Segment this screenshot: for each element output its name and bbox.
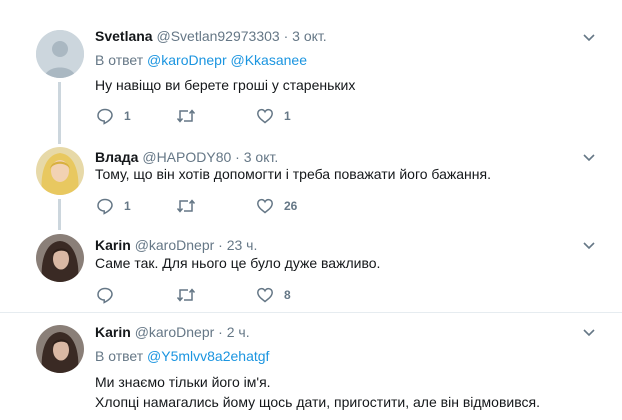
- tweet-3[interactable]: Karin @karoDnepr · 23 ч. Саме так. Для н…: [0, 230, 622, 312]
- separator-dot: ·: [283, 28, 289, 44]
- retweet-icon: [176, 199, 196, 213]
- avatar[interactable]: [36, 325, 84, 373]
- user-handle[interactable]: @karoDnepr: [135, 324, 215, 340]
- retweet-button[interactable]: [176, 106, 206, 126]
- reply-count: 1: [124, 199, 131, 213]
- retweet-button[interactable]: [176, 285, 206, 305]
- tweet-4[interactable]: Karin @karoDnepr · 2 ч. В ответ @Y5mlvv8…: [0, 313, 622, 420]
- chevron-down-icon[interactable]: [582, 241, 596, 251]
- timestamp[interactable]: 3 окт.: [292, 28, 327, 44]
- timestamp[interactable]: 3 окт.: [244, 149, 279, 165]
- tweet-text: Саме так. Для нього це було дуже важливо…: [95, 255, 381, 271]
- chevron-down-icon[interactable]: [582, 153, 596, 163]
- like-count: 1: [284, 109, 291, 123]
- display-name[interactable]: Karin: [95, 237, 131, 253]
- heart-icon: [257, 287, 273, 303]
- like-button[interactable]: 26: [256, 196, 297, 216]
- avatar[interactable]: [36, 30, 84, 78]
- tweet-header: Karin @karoDnepr · 2 ч.: [95, 323, 250, 341]
- thread-line: [58, 82, 61, 144]
- tweet-text: Ну навіщо ви берете гроші у старенькиx: [95, 77, 356, 93]
- reply-icon: [97, 287, 113, 304]
- mention-link[interactable]: @karoDnepr: [147, 52, 227, 68]
- heart-icon: [257, 198, 273, 214]
- tweet-header: Влада @HAPODY80 · 3 окт.: [95, 148, 278, 166]
- reply-button[interactable]: 1: [96, 196, 131, 216]
- chevron-down-icon[interactable]: [582, 33, 596, 43]
- tweet-text-line-2: Хлопці намагались йому щось дати, пригос…: [95, 394, 540, 410]
- like-button[interactable]: 1: [256, 106, 291, 126]
- tweet-1[interactable]: Svetlana @Svetlan92973303 · 3 окт. В отв…: [0, 0, 622, 145]
- mention-link[interactable]: @Kkasanee: [231, 52, 307, 68]
- separator-dot: ·: [218, 237, 223, 253]
- mention-link[interactable]: @Y5mlvv8a2ehatgf: [147, 348, 269, 364]
- separator-dot: ·: [235, 149, 240, 165]
- tweet-text: Тому, що він хотів допомогти і треба пов…: [95, 166, 491, 182]
- like-button[interactable]: 8: [256, 285, 291, 305]
- reply-count: 1: [124, 109, 131, 123]
- user-handle[interactable]: @karoDnepr: [135, 237, 215, 253]
- reply-prefix: В ответ: [95, 52, 144, 68]
- thread-line: [58, 199, 61, 230]
- display-name[interactable]: Влада: [95, 149, 138, 165]
- dark-hair-woman-avatar-icon: [36, 325, 84, 373]
- dark-hair-woman-avatar-icon: [36, 234, 84, 282]
- avatar[interactable]: [36, 234, 84, 282]
- tweet-header: Karin @karoDnepr · 23 ч.: [95, 236, 257, 254]
- reply-button[interactable]: [96, 285, 124, 305]
- retweet-icon: [176, 288, 196, 302]
- blonde-woman-avatar-icon: [36, 147, 84, 195]
- avatar[interactable]: [36, 147, 84, 195]
- user-handle[interactable]: @HAPODY80: [142, 149, 231, 165]
- display-name[interactable]: Karin: [95, 324, 131, 340]
- tweet-header: Svetlana @Svetlan92973303 · 3 окт.: [95, 27, 327, 45]
- default-avatar-icon: [36, 30, 84, 78]
- reply-context: В ответ @karoDnepr @Kkasanee: [95, 51, 307, 69]
- reply-icon: [97, 198, 113, 215]
- like-count: 8: [284, 288, 291, 302]
- retweet-button[interactable]: [176, 196, 206, 216]
- heart-icon: [257, 108, 273, 124]
- reply-button[interactable]: 1: [96, 106, 131, 126]
- timestamp[interactable]: 2 ч.: [227, 324, 250, 340]
- reply-prefix: В ответ: [95, 348, 144, 364]
- reply-icon: [97, 108, 113, 125]
- timestamp[interactable]: 23 ч.: [227, 237, 258, 253]
- user-handle[interactable]: @Svetlan92973303: [156, 28, 279, 44]
- tweet-text-line-1: Ми знаємо тільки його ім'я.: [95, 374, 271, 390]
- display-name[interactable]: Svetlana: [95, 28, 153, 44]
- chevron-down-icon[interactable]: [582, 328, 596, 338]
- reply-context: В ответ @Y5mlvv8a2ehatgf: [95, 347, 269, 365]
- retweet-icon: [176, 109, 196, 123]
- like-count: 26: [284, 199, 298, 213]
- separator-dot: ·: [218, 324, 223, 340]
- tweet-2[interactable]: Влада @HAPODY80 · 3 окт. Тому, що він хо…: [0, 145, 622, 230]
